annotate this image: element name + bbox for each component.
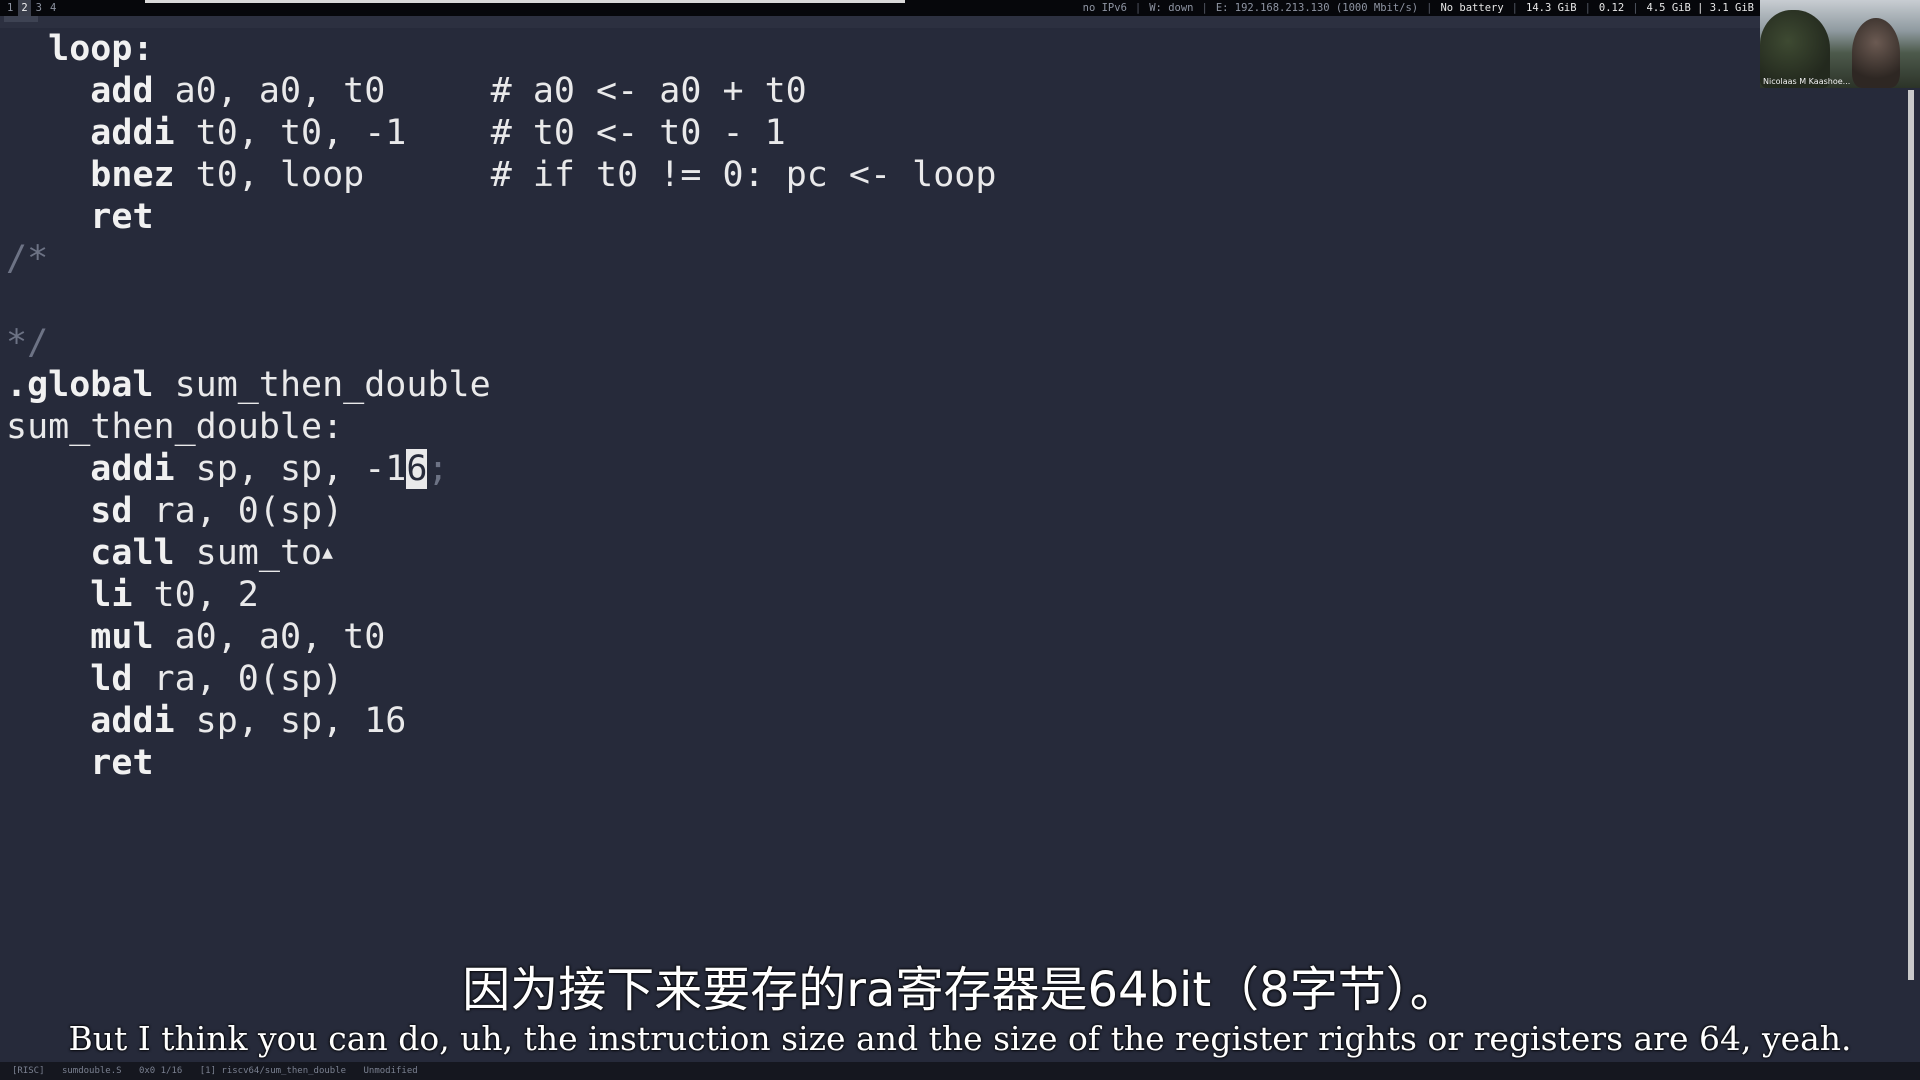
title-bar-strip [145, 0, 905, 3]
status-item: 0x0 1/16 [138, 1066, 183, 1076]
code-line: mul a0, a0, t0 [90, 617, 386, 657]
subtitle-chinese: 因为接下来要存的ra寄存器是64bit（8字节）。 [462, 962, 1458, 1018]
webcam-name-label: Nicolaas M Kaashoe... [1763, 77, 1851, 86]
editor-status-bar: [RISC] sumdouble.S 0x0 1/16 [1] riscv64/… [0, 1062, 1920, 1080]
code-line: addi t0, t0, -1 # t0 <- t0 - 1 [90, 113, 786, 153]
code-line: sum_then_double: [6, 407, 344, 447]
code-line: /* [6, 239, 49, 279]
webcam-person [1852, 18, 1900, 88]
code-line: bnez t0, loop # if t0 != 0: pc <- loop [90, 155, 997, 195]
workspace-3[interactable]: 3 [33, 0, 45, 16]
scrollbar[interactable] [1908, 90, 1914, 980]
battery-status: No battery [1440, 2, 1504, 14]
text-cursor: 6 [406, 449, 428, 489]
code-editor[interactable]: loop: add a0, a0, t0 # a0 <- a0 + t0 add… [6, 28, 1906, 1028]
code-line: add a0, a0, t0 # a0 <- a0 + t0 [90, 71, 807, 111]
subtitle-english: But I think you can do, uh, the instruct… [68, 1019, 1852, 1058]
status-item: Unmodified [363, 1066, 418, 1076]
code-line: .global sum_then_double [6, 365, 491, 405]
code-line: sd ra, 0(sp) [90, 491, 344, 531]
code-line: addi sp, sp, 16 [90, 701, 407, 741]
memory-status: 4.5 GiB | 3.1 GiB [1646, 2, 1754, 14]
load-status: 0.12 [1598, 2, 1625, 14]
code-line: ret [90, 197, 154, 237]
workspace-switcher: 1 2 3 4 [4, 0, 59, 16]
wifi-status: W: down [1149, 2, 1194, 14]
code-line: */ [6, 323, 49, 363]
code-line: ret [90, 743, 154, 783]
webcam-overlay: Nicolaas M Kaashoe... [1760, 0, 1920, 88]
disk-status: 14.3 GiB [1526, 2, 1577, 14]
status-item: sumdouble.S [61, 1066, 122, 1076]
workspace-4[interactable]: 4 [47, 0, 59, 16]
code-line: loop: [48, 29, 154, 69]
ipv6-status: no IPv6 [1082, 2, 1127, 14]
code-line: ld ra, 0(sp) [90, 659, 344, 699]
mouse-pointer-icon: ▲ [322, 542, 333, 563]
ethernet-status: E: 192.168.213.130 (1000 Mbit/s) [1215, 2, 1419, 14]
code-line: li t0, 2 [90, 575, 259, 615]
status-item: [1] riscv64/sum_then_double [199, 1066, 347, 1076]
code-line: addi sp, sp, -16; [90, 449, 449, 489]
status-item: [RISC] [12, 1066, 45, 1076]
system-status: no IPv6 | W: down | E: 192.168.213.130 (10… [1082, 2, 1754, 14]
screen: 1 2 3 4 no IPv6 | W: down | E: 192.168.213… [0, 0, 1920, 1080]
top-status-bar: 1 2 3 4 no IPv6 | W: down | E: 192.168.213… [0, 0, 1760, 16]
workspace-1[interactable]: 1 [4, 0, 16, 16]
workspace-2[interactable]: 2 [18, 0, 31, 16]
editor-tab-strip [0, 16, 1760, 28]
editor-tab[interactable] [4, 16, 38, 22]
code-line: call sum_to▲ [90, 533, 333, 573]
